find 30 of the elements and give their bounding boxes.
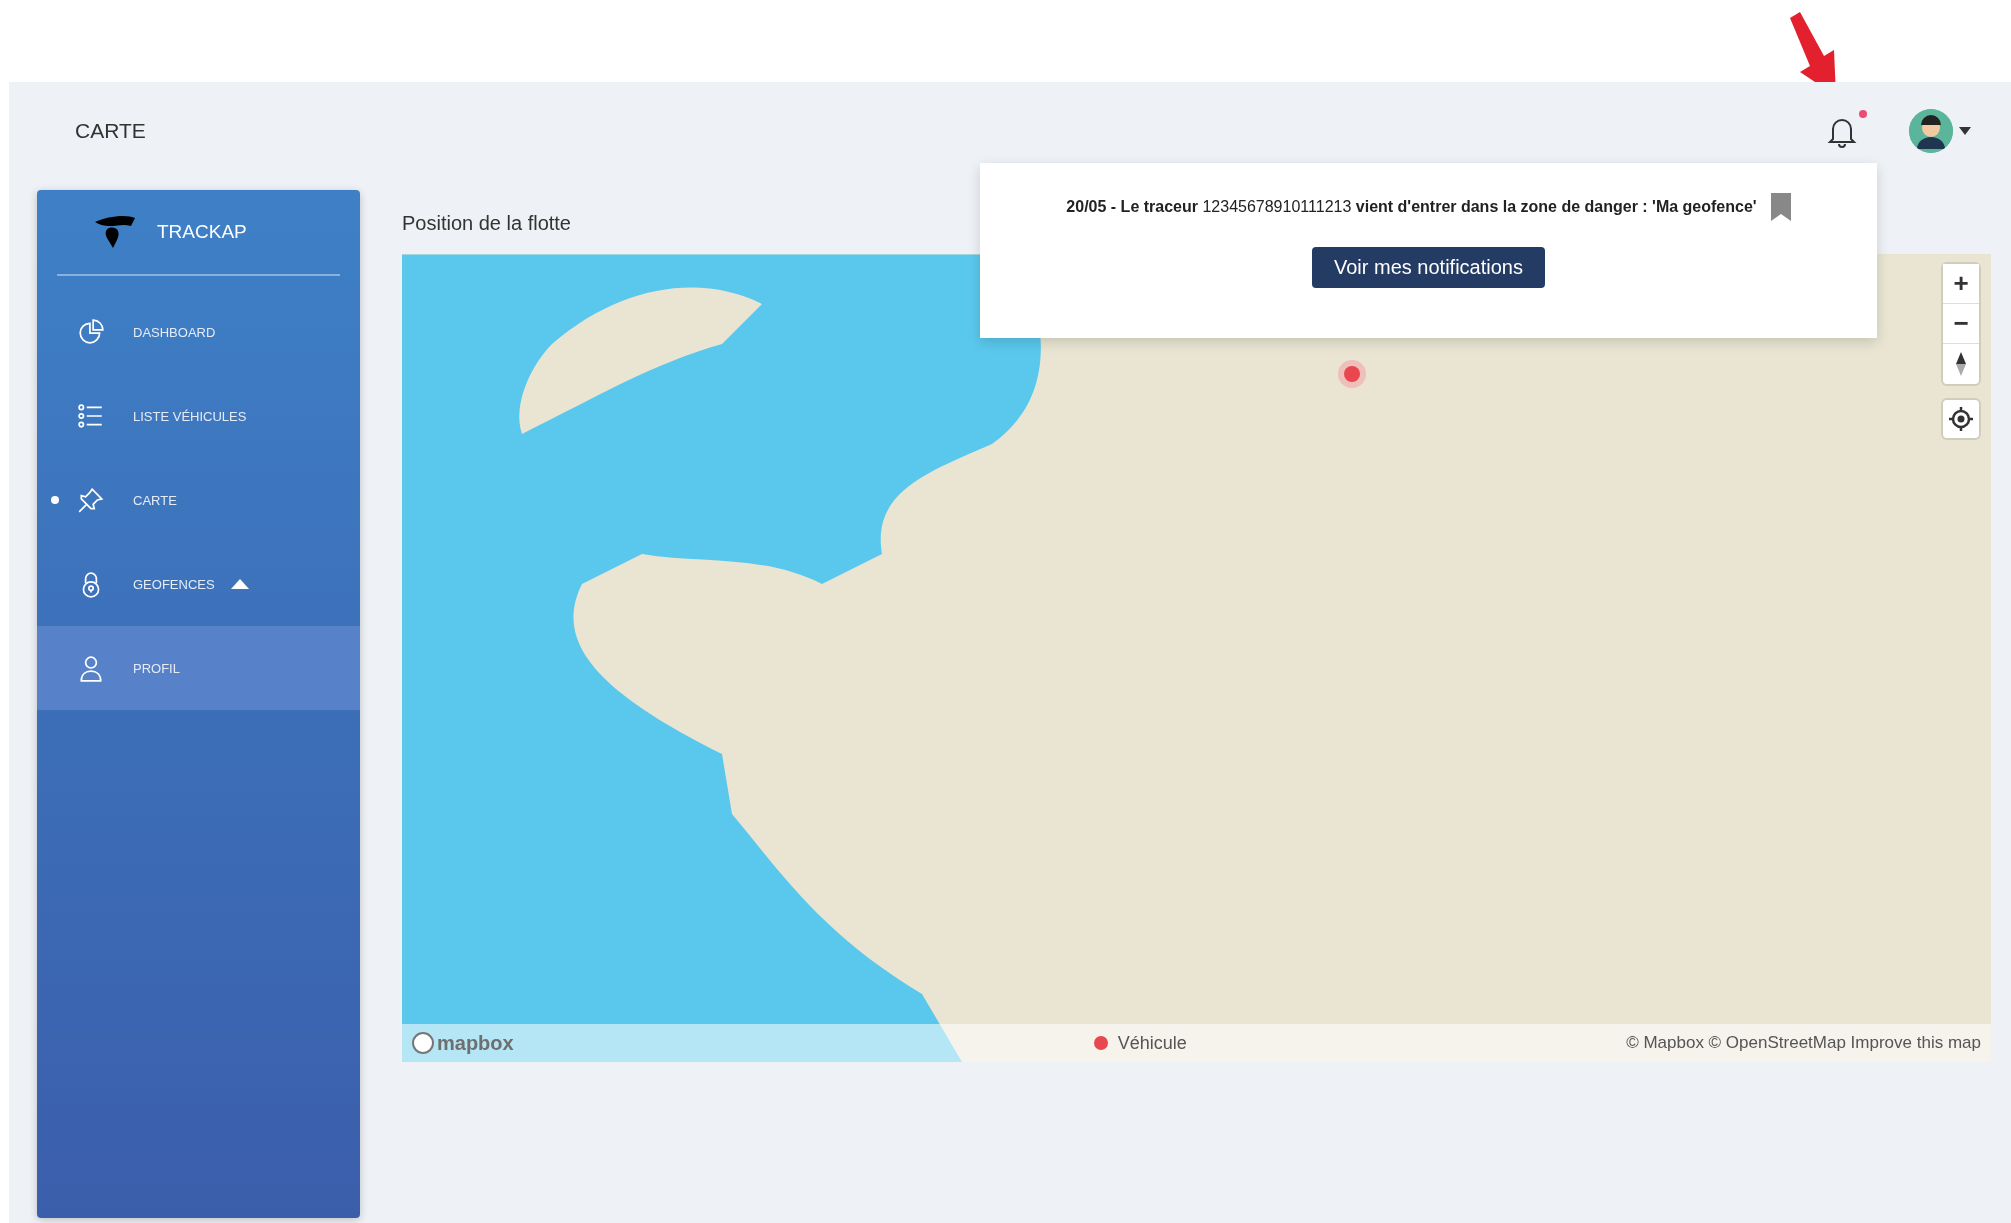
page-title: CARTE xyxy=(75,119,147,143)
nav-label: CARTE xyxy=(133,492,177,508)
chart-icon xyxy=(77,318,105,346)
nav-label: DASHBOARD xyxy=(133,324,216,340)
nav-item[interactable]: PROFIL xyxy=(37,626,360,710)
brand-name: TRACKAP xyxy=(157,221,247,243)
nav-item[interactable]: GEOFENCES xyxy=(37,542,360,626)
logo-icon xyxy=(93,214,137,250)
view-notifications-button[interactable]: Voir mes notifications xyxy=(1312,247,1545,288)
notification-message: 20/05 - Le traceur 12345678910111213 vient d'entrer dans la zone de danger : 'Ma geofence' xyxy=(1066,198,1757,216)
nav-label: LISTE VÉHICULES xyxy=(133,408,247,424)
pin-icon xyxy=(77,486,105,514)
map-attribution[interactable]: © Mapbox © OpenStreetMap Improve this map xyxy=(1626,1033,1981,1053)
nav-label: PROFIL xyxy=(133,660,180,676)
nav-item[interactable]: LISTE VÉHICULES xyxy=(37,374,360,458)
locate-icon[interactable] xyxy=(1943,400,1979,438)
legend-label: Véhicule xyxy=(1117,1032,1187,1054)
zoom-button[interactable]: + xyxy=(1943,264,1979,304)
nav-label: GEOFENCES xyxy=(133,576,215,592)
avatar-icon[interactable] xyxy=(1909,109,1953,153)
nav-item[interactable]: DASHBOARD xyxy=(37,290,360,374)
caret-icon[interactable] xyxy=(1959,127,1971,135)
map-logo[interactable]: mapbox xyxy=(412,1031,514,1055)
user-icon xyxy=(77,654,105,682)
bookmark-icon[interactable] xyxy=(1770,193,1791,221)
section-title: Position de la flotte xyxy=(402,212,572,235)
caret-up-icon[interactable] xyxy=(230,579,249,589)
list-icon xyxy=(77,402,105,430)
nav-item[interactable]: CARTE xyxy=(37,458,360,542)
vehicle-marker-icon[interactable] xyxy=(1338,360,1366,388)
